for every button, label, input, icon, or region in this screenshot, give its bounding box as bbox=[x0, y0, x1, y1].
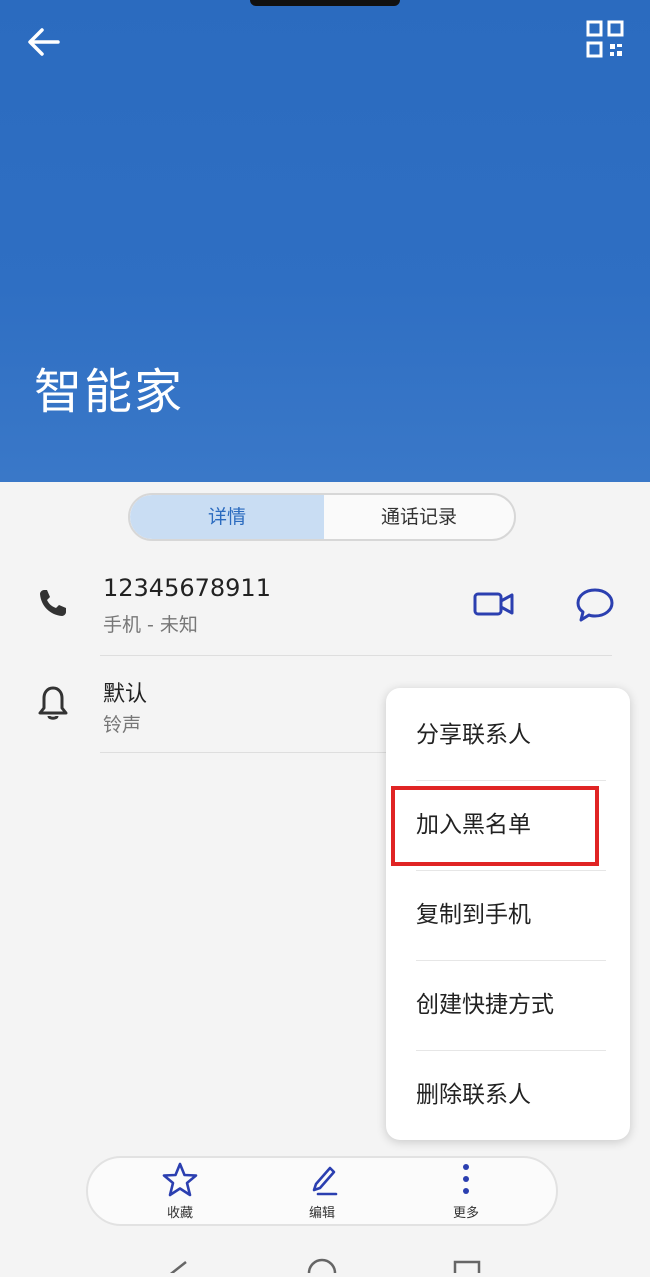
highlight-annotation-box bbox=[391, 786, 599, 866]
message-icon[interactable] bbox=[574, 585, 616, 629]
tab-details[interactable]: 详情 bbox=[130, 495, 324, 539]
pencil-icon bbox=[312, 1166, 338, 1196]
nav-home-icon[interactable] bbox=[307, 1258, 337, 1277]
detail-tabs: 详情 通话记录 bbox=[128, 493, 516, 541]
contact-header: 智能家 bbox=[0, 0, 650, 482]
favorite-button[interactable]: 收藏 bbox=[140, 1160, 220, 1224]
phone-icon[interactable] bbox=[36, 586, 70, 624]
system-nav-bar bbox=[0, 1236, 650, 1277]
camera-notch bbox=[250, 0, 400, 6]
phone-type-label: 手机 - 未知 bbox=[103, 614, 198, 636]
back-arrow-icon[interactable] bbox=[22, 20, 66, 64]
bottom-action-bar: 收藏 编辑 更多 bbox=[86, 1156, 558, 1226]
contact-name: 智能家 bbox=[34, 364, 185, 420]
edit-label: 编辑 bbox=[308, 1206, 335, 1221]
phone-number[interactable]: 12345678911 bbox=[103, 574, 271, 602]
edit-button[interactable]: 编辑 bbox=[282, 1160, 362, 1224]
nav-recents-icon[interactable] bbox=[453, 1260, 481, 1277]
qr-code-icon[interactable] bbox=[584, 18, 626, 60]
more-label: 更多 bbox=[452, 1206, 479, 1221]
divider bbox=[100, 752, 390, 753]
more-button[interactable]: 更多 bbox=[426, 1160, 506, 1224]
favorite-label: 收藏 bbox=[166, 1206, 193, 1221]
ringtone-value[interactable]: 默认 bbox=[103, 676, 147, 708]
menu-item-copy-to-phone[interactable]: 复制到手机 bbox=[386, 870, 630, 960]
menu-item-create-shortcut[interactable]: 创建快捷方式 bbox=[386, 960, 630, 1050]
nav-back-icon[interactable] bbox=[169, 1261, 187, 1277]
star-icon bbox=[162, 1162, 198, 1197]
overflow-menu: 分享联系人 加入黑名单 复制到手机 创建快捷方式 删除联系人 bbox=[386, 688, 630, 1140]
video-call-icon[interactable] bbox=[472, 588, 516, 624]
menu-item-share-contact[interactable]: 分享联系人 bbox=[386, 690, 630, 780]
ringtone-label: 铃声 bbox=[103, 714, 142, 736]
tab-call-log[interactable]: 通话记录 bbox=[324, 495, 514, 539]
menu-item-delete-contact[interactable]: 删除联系人 bbox=[386, 1050, 630, 1140]
more-vertical-icon bbox=[463, 1164, 469, 1194]
divider bbox=[100, 655, 612, 656]
bell-icon bbox=[36, 684, 70, 726]
